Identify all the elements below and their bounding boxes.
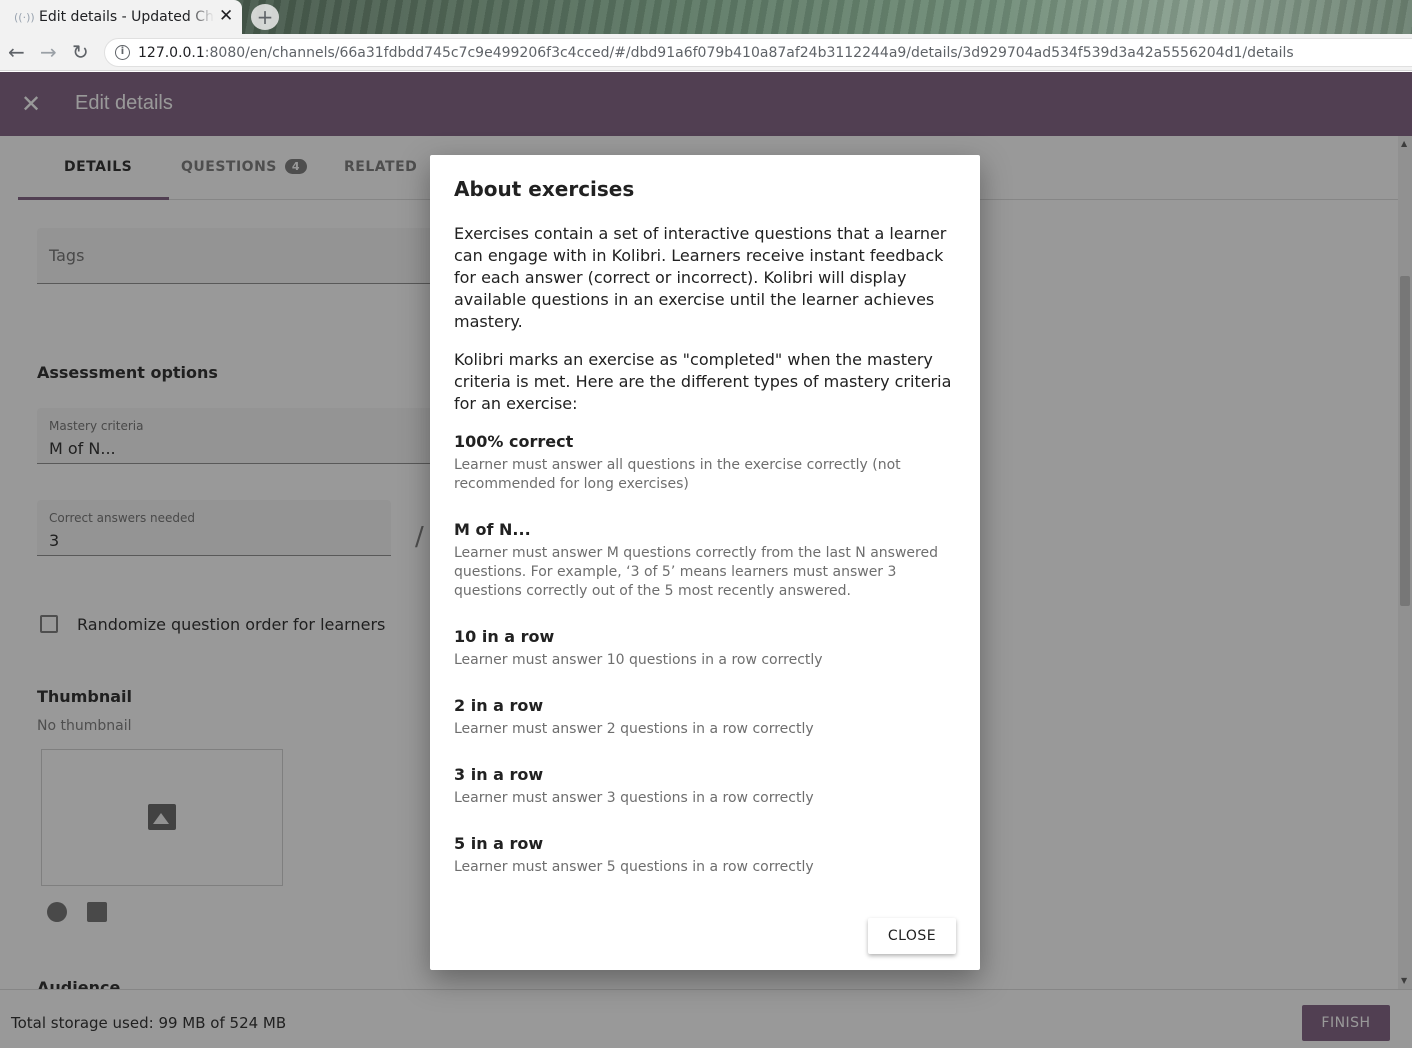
criteria-name: 100% correct (454, 432, 574, 451)
criteria-item: 5 in a row Learner must answer 5 questio… (454, 834, 954, 877)
criteria-description: Learner must answer 2 questions in a row… (454, 721, 814, 737)
close-button[interactable]: CLOSE (868, 918, 956, 954)
criteria-description: Learner must answer 10 questions in a ro… (454, 652, 823, 668)
criteria-name: 5 in a row (454, 834, 544, 853)
dialog-title: About exercises (454, 177, 635, 201)
dialog-mastery-paragraph: Kolibri marks an exercise as "completed"… (454, 350, 952, 413)
criteria-name: M of N... (454, 520, 531, 539)
info-icon[interactable]: i (115, 45, 130, 60)
browser-toolbar: ← → ↻ i 127.0.0.1:8080/en/channels/66a31… (0, 34, 1412, 71)
address-bar[interactable]: i 127.0.0.1:8080/en/channels/66a31fdbdd7… (104, 38, 1412, 67)
criteria-description: Learner must answer 3 questions in a row… (454, 790, 814, 806)
criteria-description: Learner must answer all questions in the… (454, 457, 901, 492)
criteria-description: Learner must answer 5 questions in a row… (454, 859, 814, 875)
reload-icon[interactable]: ↻ (72, 40, 89, 64)
criteria-item: M of N... Learner must answer M question… (454, 520, 954, 601)
forward-arrow-icon[interactable]: → (40, 40, 57, 64)
url-text: 127.0.0.1:8080/en/channels/66a31fdbdd745… (138, 45, 1294, 61)
criteria-name: 3 in a row (454, 765, 544, 784)
criteria-description: Learner must answer M questions correctl… (454, 545, 938, 599)
criteria-item: 3 in a row Learner must answer 3 questio… (454, 765, 954, 808)
criteria-name: 2 in a row (454, 696, 544, 715)
tab-close-icon[interactable]: ✕ (219, 6, 233, 26)
back-arrow-icon[interactable]: ← (8, 40, 25, 64)
new-tab-button[interactable]: + (251, 4, 279, 30)
tab-title: Edit details - Updated Cha (39, 9, 214, 25)
criteria-item: 100% correct Learner must answer all que… (454, 432, 954, 494)
criteria-name: 10 in a row (454, 627, 555, 646)
favicon-icon: ((·)) (14, 11, 35, 24)
criteria-item: 10 in a row Learner must answer 10 quest… (454, 627, 954, 670)
about-exercises-dialog: About exercises Exercises contain a set … (430, 155, 980, 970)
criteria-item: 2 in a row Learner must answer 2 questio… (454, 696, 954, 739)
dialog-intro-paragraph: Exercises contain a set of interactive q… (454, 224, 947, 331)
browser-tab[interactable]: ((·)) Edit details - Updated Cha ✕ (0, 0, 242, 34)
